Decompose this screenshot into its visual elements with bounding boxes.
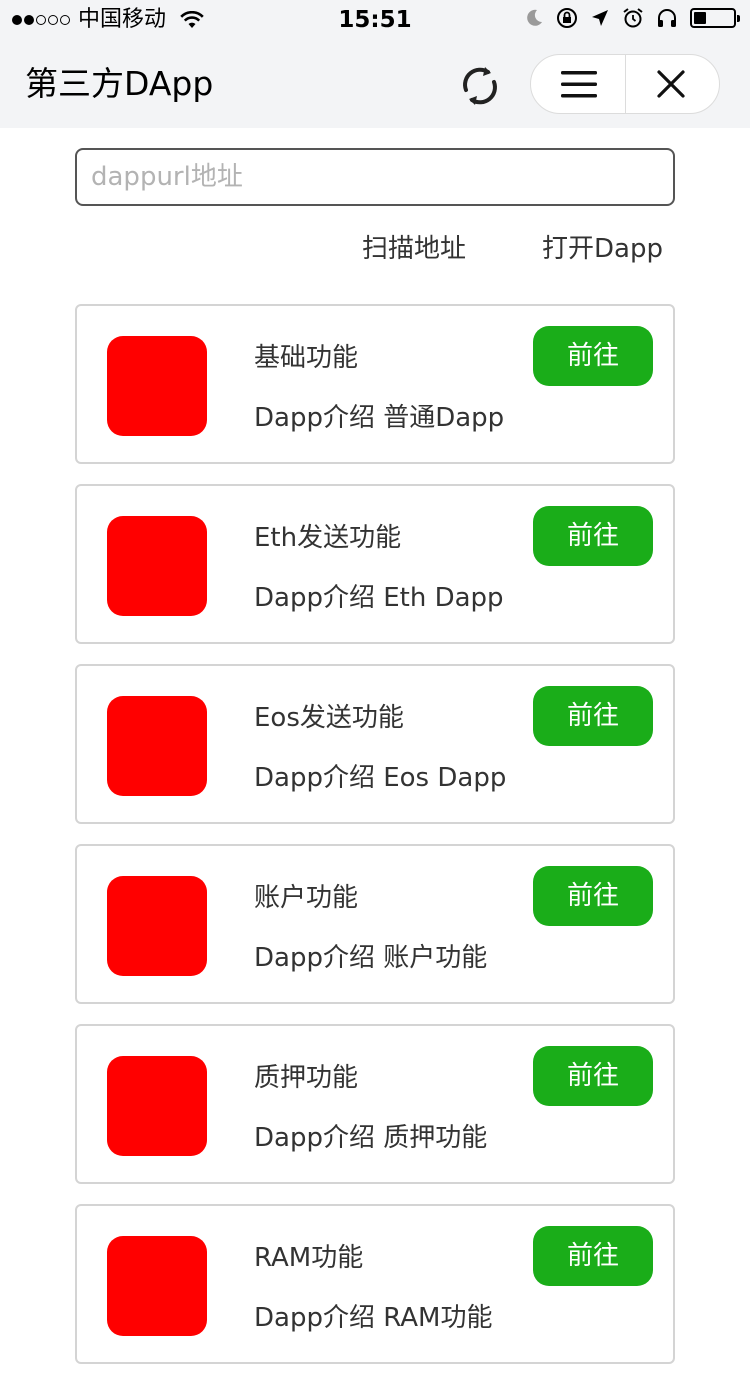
dapp-description: Dapp介绍 RAM功能 bbox=[254, 1303, 493, 1333]
dapp-description: Dapp介绍 Eos Dapp bbox=[254, 763, 507, 793]
dapp-description: Dapp介绍 质押功能 bbox=[254, 1123, 488, 1153]
moon-icon bbox=[527, 9, 542, 26]
capsule-divider bbox=[625, 55, 626, 113]
battery-icon bbox=[690, 8, 740, 28]
alarm-icon bbox=[623, 8, 643, 28]
headphones-icon bbox=[658, 9, 676, 27]
dapp-name: RAM功能 bbox=[254, 1243, 364, 1273]
close-icon[interactable] bbox=[655, 68, 687, 100]
go-button[interactable]: 前往 bbox=[533, 326, 653, 386]
dapp-description: Dapp介绍 Eth Dapp bbox=[254, 583, 504, 613]
rotation-lock-icon bbox=[557, 8, 577, 28]
page-title: 第三方DApp bbox=[25, 64, 214, 103]
dapp-logo bbox=[107, 1236, 207, 1336]
action-row: 扫描地址 打开Dapp bbox=[0, 230, 750, 270]
dapp-url-input[interactable] bbox=[75, 148, 675, 206]
dapp-card: Eos发送功能 Dapp介绍 Eos Dapp 前往 bbox=[75, 664, 675, 824]
dapp-card: Eth发送功能 Dapp介绍 Eth Dapp 前往 bbox=[75, 484, 675, 644]
dapp-description: Dapp介绍 账户功能 bbox=[254, 943, 488, 973]
dapp-name: 账户功能 bbox=[254, 883, 359, 913]
menu-icon[interactable] bbox=[559, 68, 599, 100]
dapp-logo bbox=[107, 696, 207, 796]
dapp-card: RAM功能 Dapp介绍 RAM功能 前往 bbox=[75, 1204, 675, 1364]
dapp-logo bbox=[107, 336, 207, 436]
go-button[interactable]: 前往 bbox=[533, 686, 653, 746]
dapp-logo bbox=[107, 876, 207, 976]
scan-address-button[interactable]: 扫描地址 bbox=[362, 230, 466, 268]
nav-bar: 第三方DApp bbox=[0, 40, 750, 128]
dapp-list: 基础功能 Dapp介绍 普通Dapp 前往 Eth发送功能 Dapp介绍 Eth… bbox=[75, 304, 675, 1384]
go-button[interactable]: 前往 bbox=[533, 1226, 653, 1286]
refresh-icon[interactable] bbox=[458, 64, 502, 108]
go-button[interactable]: 前往 bbox=[533, 506, 653, 566]
dapp-card: 账户功能 Dapp介绍 账户功能 前往 bbox=[75, 844, 675, 1004]
dapp-name: Eos发送功能 bbox=[254, 703, 404, 733]
capsule-menu bbox=[530, 54, 720, 114]
go-button[interactable]: 前往 bbox=[533, 866, 653, 926]
dapp-card: 质押功能 Dapp介绍 质押功能 前往 bbox=[75, 1024, 675, 1184]
location-icon bbox=[592, 10, 608, 26]
dapp-logo bbox=[107, 1056, 207, 1156]
status-right bbox=[524, 7, 740, 29]
go-button[interactable]: 前往 bbox=[533, 1046, 653, 1106]
open-dapp-button[interactable]: 打开Dapp bbox=[542, 230, 663, 268]
dapp-logo bbox=[107, 516, 207, 616]
dapp-name: 质押功能 bbox=[254, 1063, 359, 1093]
dapp-name: Eth发送功能 bbox=[254, 523, 402, 553]
dapp-description: Dapp介绍 普通Dapp bbox=[254, 403, 505, 433]
status-bar: 中国移动 15:51 bbox=[0, 0, 750, 40]
dapp-name: 基础功能 bbox=[254, 343, 359, 373]
dapp-card: 基础功能 Dapp介绍 普通Dapp 前往 bbox=[75, 304, 675, 464]
